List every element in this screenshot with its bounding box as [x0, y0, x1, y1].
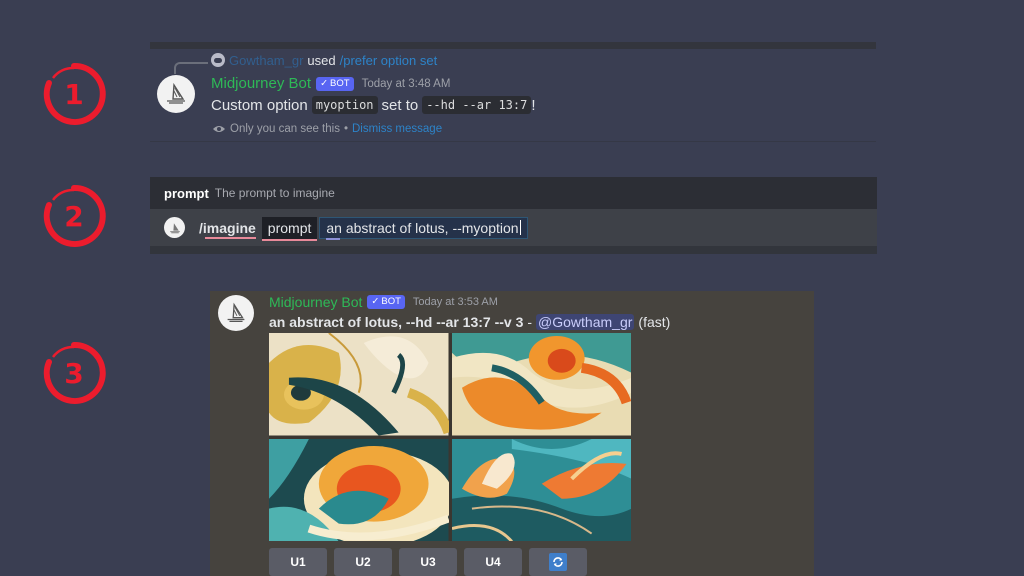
text-caret: [519, 220, 521, 235]
author-name[interactable]: Midjourney Bot: [269, 294, 362, 310]
body-text: !: [531, 96, 536, 114]
prefer-option-message: Gowtham_gr used /prefer option set Midjo…: [150, 42, 876, 142]
bot-tag-label: BOT: [381, 296, 401, 307]
step-number: 2: [64, 199, 84, 233]
divider: [150, 42, 876, 49]
dash: -: [527, 314, 533, 330]
ephemeral-note: Only you can see this • Dismiss message: [212, 123, 442, 135]
slash-command[interactable]: /imagine: [199, 219, 256, 239]
sailboat-icon: [227, 302, 245, 323]
imagine-result-message: Midjourney Bot ✓ BOT Today at 3:53 AM an …: [210, 291, 814, 576]
generated-image-4[interactable]: [451, 438, 631, 541]
option-hint: prompt The prompt to imagine: [150, 177, 877, 209]
timestamp: Today at 3:53 AM: [412, 296, 498, 308]
avatar[interactable]: [157, 75, 195, 113]
message-header: Midjourney Bot ✓ BOT Today at 3:53 AM: [269, 294, 498, 310]
upscale-u2-button[interactable]: U2: [334, 548, 392, 576]
option-hint-name: prompt: [164, 185, 209, 201]
bot-tag-label: BOT: [330, 77, 350, 89]
reply-connector: [174, 62, 208, 74]
message-input[interactable]: /imagine prompt an abstract of lotus, --…: [150, 209, 877, 246]
step-number: 3: [64, 356, 84, 390]
check-icon: ✓: [371, 296, 380, 307]
action-buttons: U1 U2 U3 U4: [269, 548, 587, 576]
divider: [150, 141, 876, 142]
image-grid[interactable]: [269, 333, 631, 541]
command-composer: prompt The prompt to imagine /imagine pr…: [150, 177, 877, 254]
option-hint-description: The prompt to imagine: [214, 186, 335, 200]
lotus-image: [269, 333, 449, 436]
check-icon: ✓: [320, 77, 329, 89]
upscale-u4-button[interactable]: U4: [464, 548, 522, 576]
bot-avatar: [164, 217, 185, 238]
reroll-button[interactable]: [529, 548, 587, 576]
prompt-input[interactable]: an abstract of lotus, --myoption: [319, 216, 528, 240]
sailboat-icon: [167, 82, 185, 104]
step-marker-1: 1: [41, 61, 107, 127]
lotus-image: [451, 438, 631, 541]
bot-tag: ✓ BOT: [367, 295, 405, 309]
message-header: Midjourney Bot ✓ BOT Today at 3:48 AM: [211, 75, 450, 92]
bot-tag: ✓ BOT: [316, 76, 354, 91]
slash-command-label: /imagine: [199, 219, 256, 236]
option-chip-prompt[interactable]: prompt: [261, 216, 318, 241]
sailboat-icon: [169, 222, 180, 233]
option-chip-label: prompt: [267, 219, 312, 236]
mode-label: (fast): [638, 314, 671, 330]
dismiss-message-link[interactable]: Dismiss message: [352, 123, 442, 135]
eye-icon: [213, 126, 225, 132]
prompt-text: an abstract of lotus, --hd --ar 13:7 --v…: [269, 314, 524, 330]
reply-command[interactable]: /prefer option set: [340, 53, 438, 68]
generated-image-3[interactable]: [269, 438, 449, 541]
reply-username[interactable]: Gowtham_gr: [229, 53, 303, 68]
reply-used-text: used: [307, 52, 336, 68]
upscale-u3-button[interactable]: U3: [399, 548, 457, 576]
separator: •: [343, 123, 348, 135]
body-text: Custom option: [211, 96, 308, 114]
lotus-image: [451, 333, 631, 436]
message-body: an abstract of lotus, --hd --ar 13:7 --v…: [269, 314, 670, 330]
step-marker-2: 2: [41, 183, 107, 249]
reply-context: Gowtham_gr used /prefer option set: [211, 52, 437, 68]
generated-image-1[interactable]: [269, 333, 449, 436]
option-value-code: --hd --ar 13:7: [422, 96, 532, 114]
author-name[interactable]: Midjourney Bot: [211, 75, 311, 92]
message-body: Custom option myoption set to --hd --ar …: [211, 96, 536, 114]
discord-icon: [211, 53, 225, 67]
ephemeral-text: Only you can see this: [230, 123, 340, 135]
step-marker-3: 3: [41, 340, 107, 406]
refresh-icon: [549, 553, 567, 571]
option-name-code: myoption: [311, 96, 378, 114]
divider: [150, 246, 877, 254]
user-mention[interactable]: @Gowtham_gr: [536, 314, 635, 330]
prompt-input-value: an abstract of lotus, --myoption: [326, 219, 519, 236]
generated-image-2[interactable]: [451, 333, 631, 436]
avatar[interactable]: [218, 295, 254, 331]
upscale-u1-button[interactable]: U1: [269, 548, 327, 576]
body-text: set to: [381, 96, 419, 114]
lotus-image: [269, 438, 449, 541]
timestamp: Today at 3:48 AM: [361, 77, 451, 90]
step-number: 1: [64, 77, 84, 111]
